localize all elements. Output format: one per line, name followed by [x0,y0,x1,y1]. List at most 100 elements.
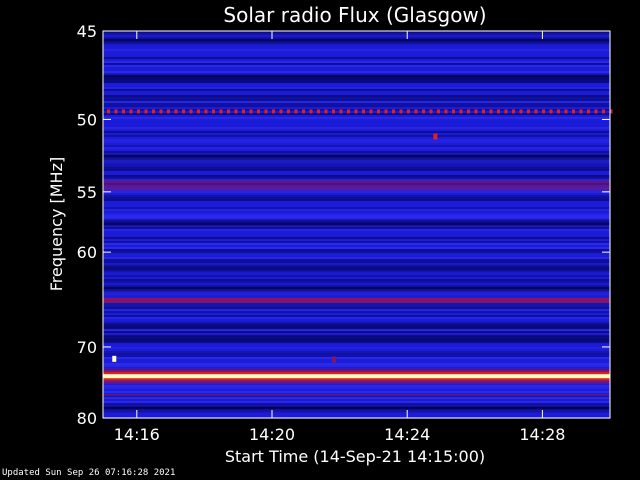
texture-row [103,207,610,209]
band-dot [347,109,350,114]
texture-row [103,101,610,103]
texture-row [103,97,610,99]
band-dot [497,109,500,114]
texture-row [103,169,610,171]
x-axis-label: Start Time (14-Sep-21 14:15:00) [225,447,485,466]
texture-row [103,357,610,359]
texture-row [103,279,610,281]
texture-row [103,81,610,83]
texture-row [103,199,610,201]
texture-row [103,251,610,253]
texture-row [103,331,610,333]
texture-row [103,117,610,119]
texture-row [103,135,610,137]
band-dot [234,109,238,114]
texture-row [103,145,610,147]
texture-row [103,363,610,365]
texture-row [103,89,610,91]
band-dot [107,109,110,114]
texture-row [103,385,610,387]
band-dot [317,109,320,114]
band-dot [564,109,568,114]
texture-row [103,309,610,311]
texture-row [103,257,610,259]
band-dot [309,109,313,114]
texture-row [103,33,610,35]
texture-row [103,151,610,153]
texture-row [103,317,610,319]
x-tick-label: 14:20 [249,425,295,444]
band-dot [444,109,448,114]
band-dot [324,109,328,114]
texture-row [103,63,610,65]
texture-row [103,307,610,309]
texture-row [103,397,610,399]
band-dot [152,109,155,114]
band-dot [377,109,380,114]
burst-spot [433,133,438,140]
band-dot [189,109,193,114]
texture-row [103,49,610,51]
texture-row [103,391,610,393]
band-dot [489,109,493,114]
band-dot [287,109,290,114]
dark-band [103,265,610,272]
band-dot [594,109,598,114]
y-tick-label: 50 [77,110,97,129]
burst-spot [331,356,336,363]
band-dot [129,109,133,114]
band-dot [122,109,125,114]
y-tick-label: 45 [77,22,97,41]
texture-row [103,365,610,367]
texture-row [103,177,610,179]
band-dot [587,109,590,114]
texture-row [103,259,610,261]
texture-row [103,95,610,97]
texture-row [103,403,610,405]
band-dot [219,109,223,114]
band-dot [572,109,575,114]
texture-row [103,387,610,389]
band-line [103,180,610,191]
x-tick-label: 14:16 [114,425,160,444]
texture-row [103,247,610,249]
band-dot [204,109,208,114]
texture-row [103,355,610,357]
texture-row [103,305,610,307]
band-dot [227,109,230,114]
band-dot [384,109,388,114]
band-dot [272,109,275,114]
texture-row [103,293,610,295]
x-tick-label: 14:28 [519,425,565,444]
band-dot [302,109,305,114]
texture-row [103,229,610,231]
texture-row [103,261,610,263]
texture-row [103,401,610,403]
band-dot [362,109,365,114]
y-tick-label: 55 [77,183,97,202]
band-dot [579,109,583,114]
texture-row [103,311,610,313]
texture-row [103,131,610,133]
texture-row [103,243,610,245]
texture-row [103,195,610,197]
band-dot [482,109,485,114]
band-dot [527,109,530,114]
texture-row [103,65,610,67]
burst-spot [112,355,117,362]
texture-row [103,353,610,355]
texture-row [103,105,610,107]
band-dot [279,109,283,114]
band-dot [422,109,425,114]
texture-row [103,275,610,277]
texture-row [103,281,610,283]
texture-row [103,191,610,193]
band-dot [429,109,433,114]
update-timestamp: Updated Sun Sep 26 07:16:28 2021 [2,468,176,478]
band-dot [264,109,268,114]
texture-row [103,213,610,215]
dark-band [103,74,610,81]
band-dot [249,109,253,114]
band-dot [369,109,373,114]
band-dot [242,109,245,114]
